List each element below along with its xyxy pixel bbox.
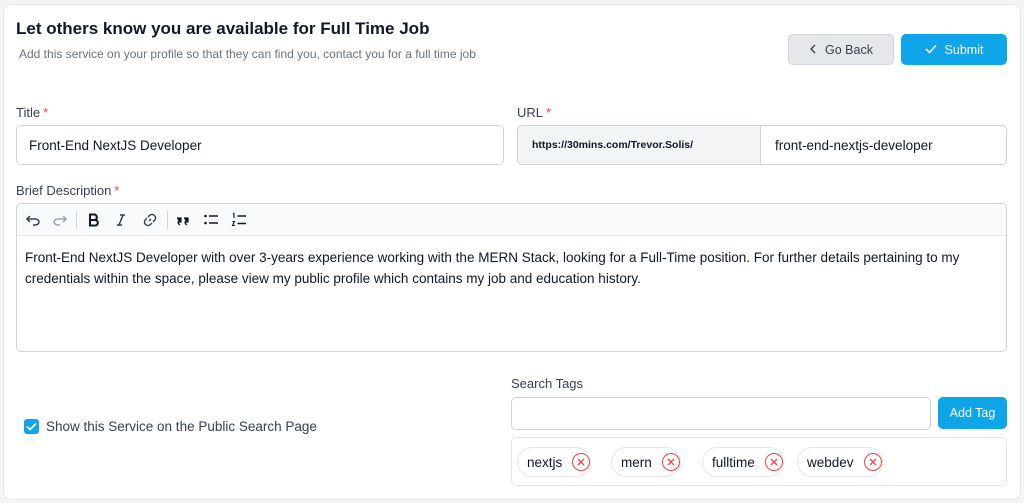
service-form-card: Let others know you are available for Fu… [3, 4, 1021, 500]
page-subtitle: Add this service on your profile so that… [19, 47, 476, 61]
link-icon[interactable] [140, 210, 160, 230]
checkmark-icon [26, 422, 37, 431]
description-field-label: Brief Description * [16, 183, 119, 198]
go-back-button[interactable]: Go Back [788, 34, 894, 65]
show-public-checkbox[interactable] [24, 419, 39, 434]
redo-icon[interactable] [50, 210, 70, 230]
url-prefix: https://30mins.com/Trevor.Solis/ [517, 125, 760, 165]
undo-icon[interactable] [23, 210, 43, 230]
required-marker: * [43, 105, 49, 120]
description-label-text: Brief Description [16, 183, 112, 198]
tag-label: mern [621, 454, 652, 470]
quote-icon[interactable] [173, 210, 193, 230]
title-label-text: Title [16, 105, 41, 120]
required-marker: * [114, 183, 120, 198]
go-back-label: Go Back [825, 42, 873, 57]
tag-label: webdev [807, 454, 854, 470]
show-public-label: Show this Service on the Public Search P… [46, 419, 317, 434]
search-tag-input[interactable] [511, 397, 931, 430]
description-editor: Front-End NextJS Developer with over 3-y… [16, 203, 1007, 352]
check-icon [924, 43, 937, 57]
submit-button[interactable]: Submit [901, 34, 1007, 65]
tag-chip: mern [611, 447, 681, 477]
url-label-text: URL [517, 105, 544, 120]
editor-toolbar [17, 204, 1006, 236]
title-field-label: Title * [16, 105, 48, 120]
tag-label: fulltime [712, 454, 755, 470]
bullet-list-icon[interactable] [201, 210, 221, 230]
submit-label: Submit [944, 42, 984, 57]
tag-chip: nextjs [517, 447, 592, 477]
required-marker: * [546, 105, 552, 120]
title-input[interactable]: Front-End NextJS Developer [16, 125, 504, 165]
search-tags-label: Search Tags [511, 376, 584, 391]
chevron-left-icon [809, 43, 817, 57]
remove-tag-icon[interactable] [863, 453, 882, 471]
toolbar-divider [167, 211, 168, 229]
tag-list: nextjs mern fulltime webdev [511, 437, 1007, 486]
add-tag-button[interactable]: Add Tag [938, 397, 1007, 429]
url-slug-input[interactable]: front-end-nextjs-developer [760, 125, 1007, 165]
bold-icon[interactable] [84, 210, 104, 230]
page-title: Let others know you are available for Fu… [16, 19, 430, 38]
remove-tag-icon[interactable] [572, 453, 591, 471]
numbered-list-icon[interactable] [229, 210, 249, 230]
tag-chip: fulltime [702, 447, 784, 477]
toolbar-divider [76, 211, 77, 229]
url-field-label: URL * [517, 105, 551, 120]
tag-chip: webdev [797, 447, 883, 477]
description-text-area[interactable]: Front-End NextJS Developer with over 3-y… [25, 247, 986, 289]
tag-label: nextjs [527, 454, 563, 470]
italic-icon[interactable] [111, 210, 131, 230]
remove-tag-icon[interactable] [661, 453, 680, 471]
remove-tag-icon[interactable] [764, 453, 783, 471]
